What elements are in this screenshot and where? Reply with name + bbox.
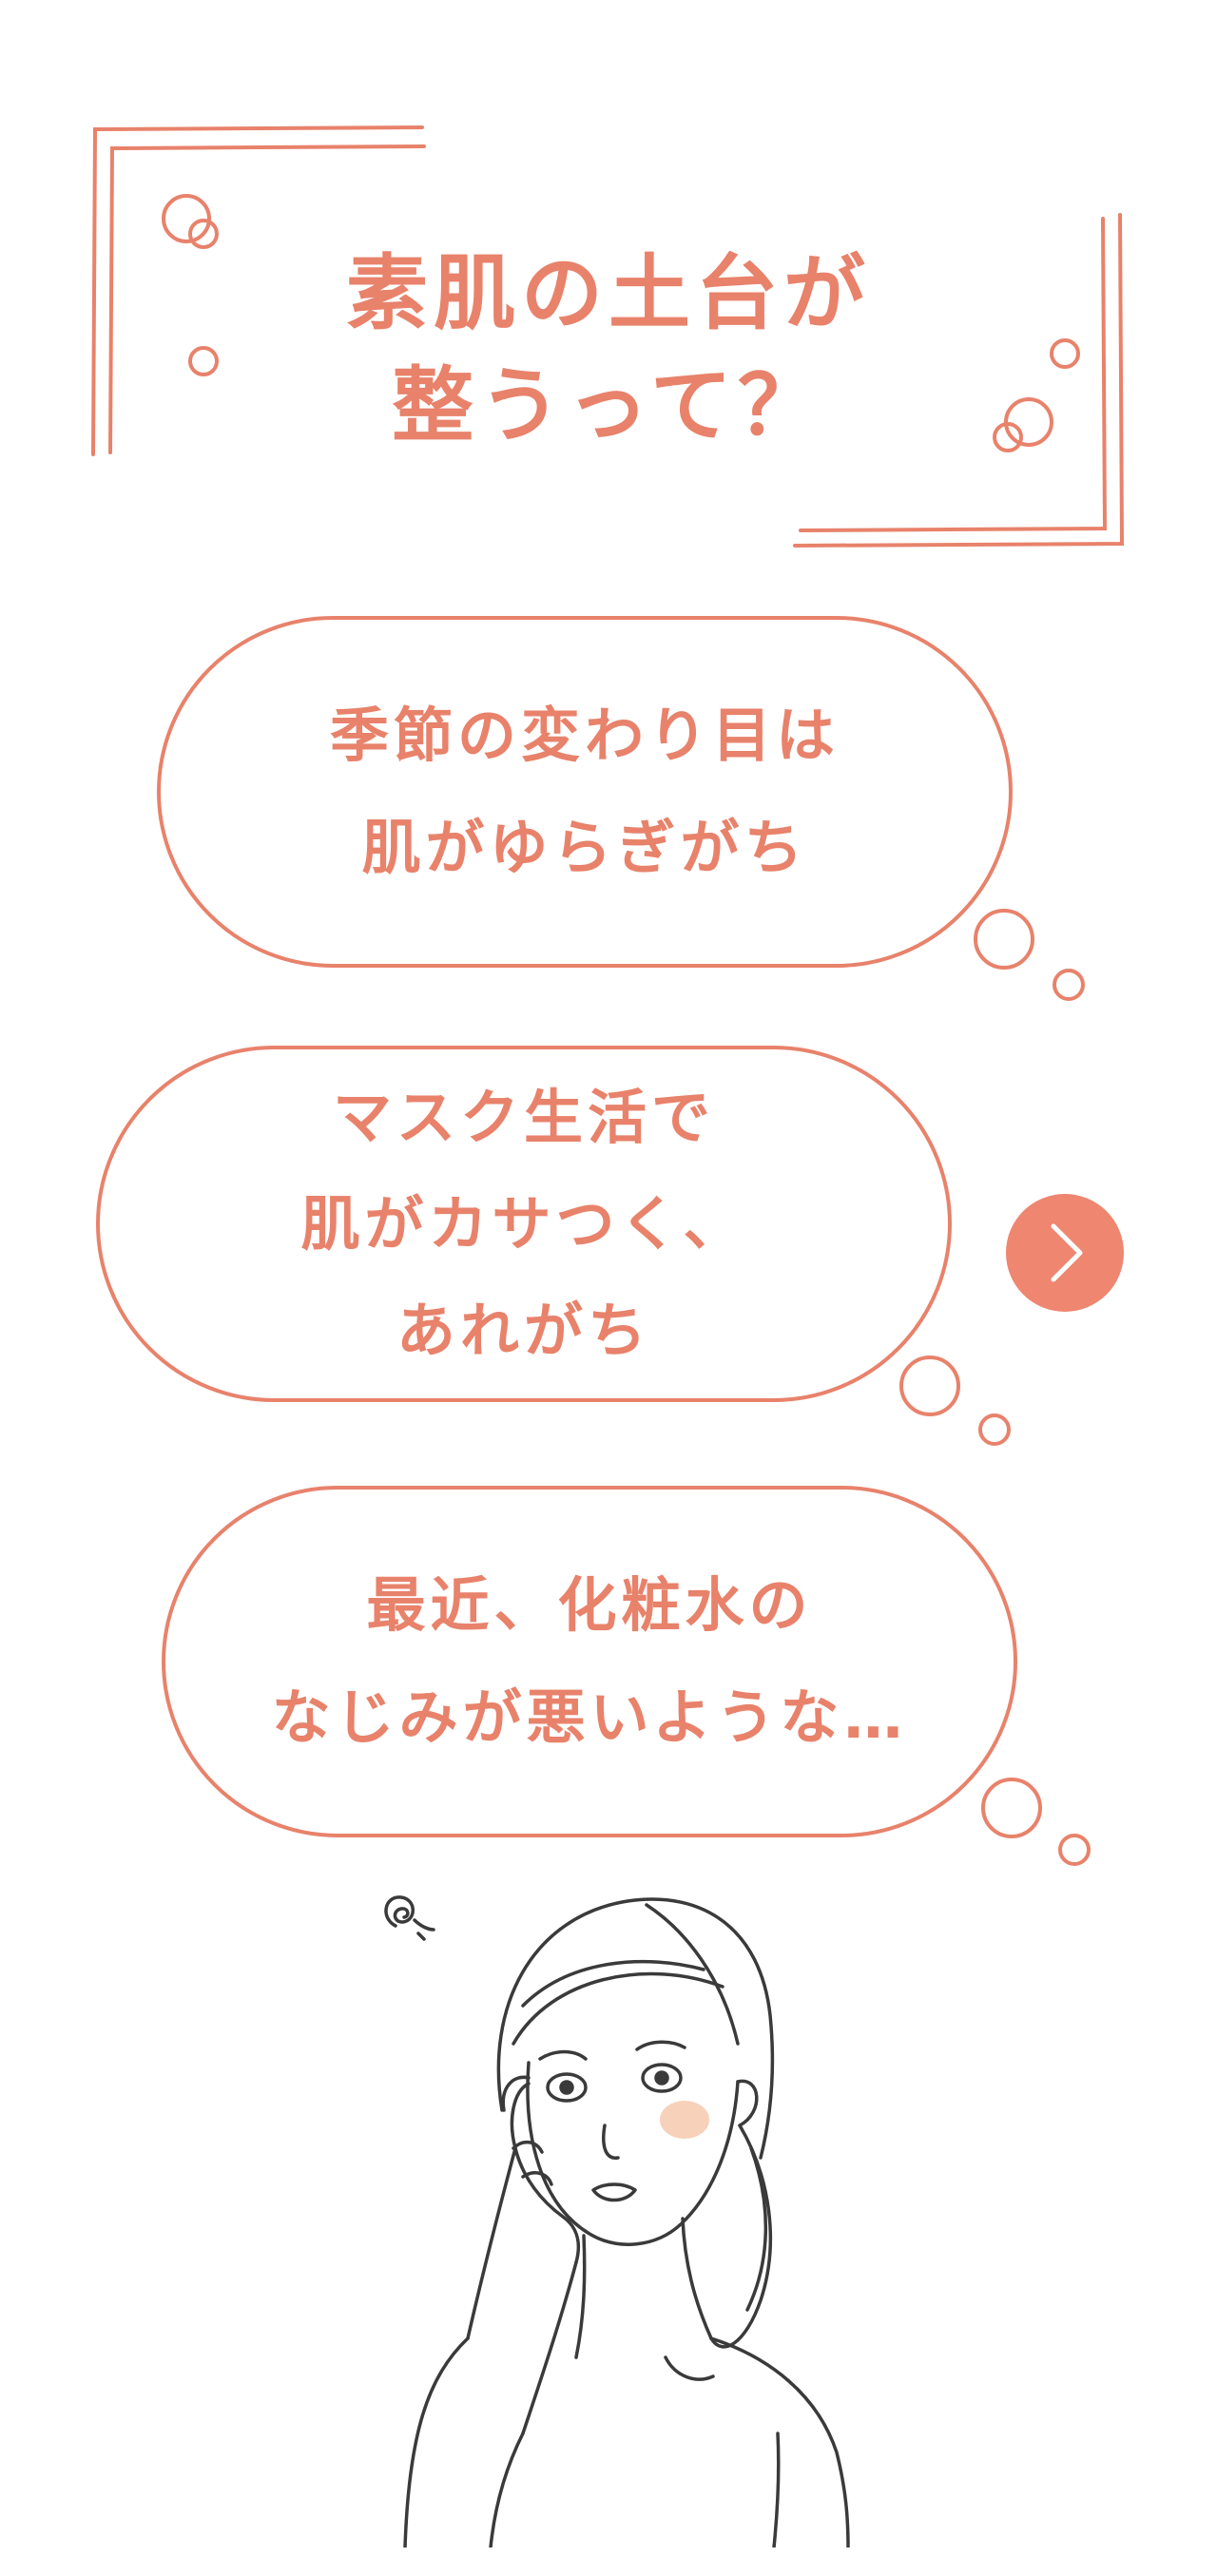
hair [496, 1897, 775, 2160]
eyebrow-right [635, 2040, 686, 2051]
page-title-line1: 素肌の土台が [346, 246, 871, 341]
bubble-text-line: 肌がカサつく、 [300, 1188, 747, 1259]
bubble-tail-circle [981, 1778, 1042, 1838]
chevron-right-icon [1051, 1223, 1083, 1282]
bubble-text-line: あれがち [396, 1295, 651, 1365]
bubble-text-line: なじみが悪いような… [271, 1682, 908, 1752]
worried-woman-illustration [384, 1895, 850, 2547]
bubble-tail-circle [899, 1355, 960, 1416]
thought-bubble-lotion: 最近、化粧水の なじみが悪いような… [162, 1486, 1017, 1837]
worry-swirl-icon [384, 1895, 435, 1932]
decor-circle [1050, 338, 1080, 369]
decor-circle [1004, 397, 1053, 447]
bubble-tail-circle [978, 1413, 1011, 1446]
bubble-tail-circle [1053, 969, 1085, 1001]
shoulder [403, 2336, 470, 2547]
hand [510, 2082, 581, 2264]
mouth [591, 2182, 637, 2202]
bubble-text-line: 肌がゆらぎがち [361, 813, 808, 882]
bubble-text-line: 最近、化粧水の [366, 1570, 813, 1640]
page-title: 素肌の土台が 整うって？ [276, 238, 941, 462]
page-title-line2: 整うって？ [392, 358, 825, 453]
face [526, 2061, 740, 2246]
decor-circle [188, 346, 219, 376]
thought-bubble-mask: マスク生活で 肌がカサつく、 あれがち [96, 1046, 952, 1402]
decor-circle [162, 194, 211, 243]
thought-bubble-season: 季節の変わり目は 肌がゆらぎがち [157, 616, 1013, 968]
blush [660, 2101, 709, 2139]
bubble-text-line: マスク生活で [332, 1082, 715, 1152]
bubble-tail-circle [974, 909, 1034, 970]
bubble-tail-circle [1058, 1834, 1091, 1866]
eyebrow-left [538, 2049, 588, 2061]
bubble-text-line: 季節の変わり目は [329, 701, 840, 770]
next-button[interactable] [1006, 1194, 1124, 1312]
